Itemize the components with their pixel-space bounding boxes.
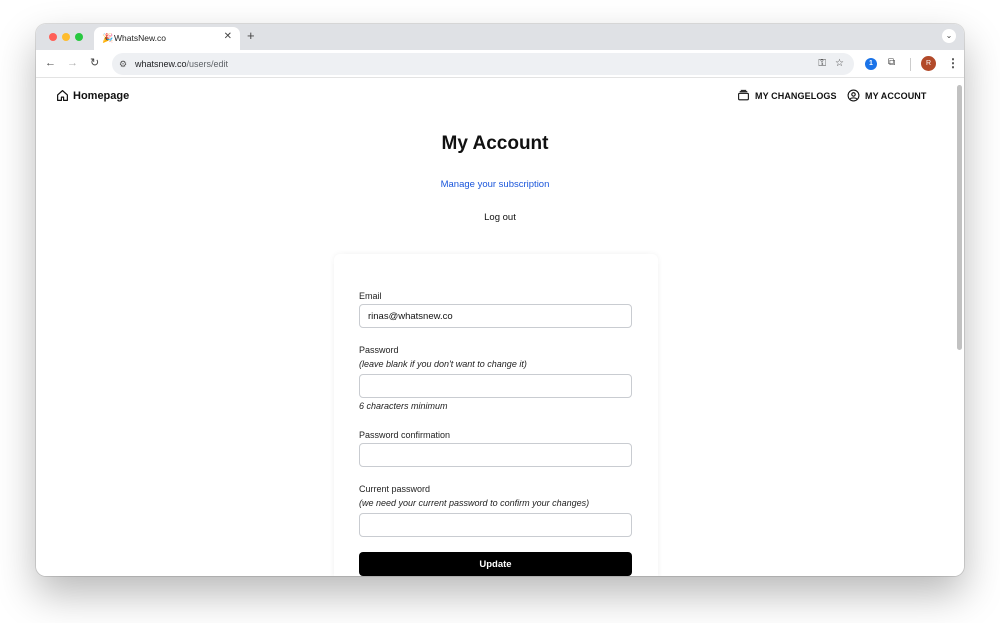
page-title: My Account xyxy=(441,133,549,154)
zoom-window-button[interactable] xyxy=(75,33,83,41)
address-bar[interactable]: ⚙ whatsnew.co/users/edit ⚿ ☆ xyxy=(112,53,854,75)
account-form: Email Password (leave blank if you don't… xyxy=(334,254,658,576)
email-label: Email xyxy=(359,291,382,301)
user-circle-icon xyxy=(847,89,860,102)
extensions-puzzle-icon[interactable]: ⧉ xyxy=(888,56,895,70)
browser-window: 🎉 WhatsNew.co ✕ + ⌄ ← → ↻ ⚙ whatsnew.co/… xyxy=(36,24,964,576)
stack-icon xyxy=(738,89,749,101)
minimize-window-button[interactable] xyxy=(62,33,70,41)
tab-title: WhatsNew.co xyxy=(114,33,166,43)
password-key-icon[interactable]: ⚿ xyxy=(818,57,826,71)
email-field[interactable] xyxy=(359,304,632,328)
password-manager-extension-icon[interactable]: 1 xyxy=(865,58,877,70)
log-out-link[interactable]: Log out xyxy=(36,212,964,223)
my-changelogs-label: MY CHANGELOGS xyxy=(755,90,837,101)
my-changelogs-link[interactable]: MY CHANGELOGS xyxy=(737,89,837,102)
homepage-link[interactable]: Homepage xyxy=(56,89,129,102)
url-domain: whatsnew.co xyxy=(135,59,187,69)
bookmark-star-icon[interactable]: ☆ xyxy=(835,57,844,71)
back-arrow-icon[interactable]: ← xyxy=(45,56,56,70)
current-password-label: Current password xyxy=(359,484,431,494)
browser-toolbar: ← → ↻ ⚙ whatsnew.co/users/edit ⚿ ☆ 1 ⧉ R… xyxy=(36,50,964,78)
url-text: whatsnew.co/users/edit xyxy=(135,58,228,70)
close-tab-icon[interactable]: ✕ xyxy=(224,31,232,43)
current-password-hint: (we need your current password to confir… xyxy=(359,498,590,508)
my-account-label: MY ACCOUNT xyxy=(865,90,927,101)
password-label: Password xyxy=(359,345,399,355)
tab-search-chevron-icon[interactable]: ⌄ xyxy=(942,29,956,43)
party-favicon-icon: 🎉 xyxy=(102,33,114,43)
password-field[interactable] xyxy=(359,374,632,398)
tab-bar: 🎉 WhatsNew.co ✕ + ⌄ xyxy=(36,24,964,50)
reload-icon[interactable]: ↻ xyxy=(90,56,99,70)
site-header: Homepage MY CHANGELOGS MY ACCOUNT xyxy=(36,79,954,115)
url-path: /users/edit xyxy=(186,59,229,69)
page-scrollbar[interactable] xyxy=(957,85,962,350)
close-window-button[interactable] xyxy=(49,33,57,41)
browser-menu-icon[interactable]: ⋮ xyxy=(947,55,959,71)
house-icon xyxy=(57,90,68,101)
profile-avatar[interactable]: R xyxy=(921,56,936,71)
password-confirmation-field[interactable] xyxy=(359,443,632,467)
new-tab-icon[interactable]: + xyxy=(247,28,255,44)
password-confirmation-label: Password confirmation xyxy=(359,430,451,440)
toolbar-divider xyxy=(910,58,911,71)
manage-subscription-link[interactable]: Manage your subscription xyxy=(36,179,954,190)
page-viewport: Homepage MY CHANGELOGS MY ACCOUNT My Acc… xyxy=(36,79,964,576)
current-password-field[interactable] xyxy=(359,513,632,537)
my-account-link[interactable]: MY ACCOUNT xyxy=(847,89,927,102)
password-hint: (leave blank if you don't want to change… xyxy=(359,359,527,369)
tab-whatsnew[interactable]: 🎉 WhatsNew.co ✕ xyxy=(94,27,240,50)
homepage-label: Homepage xyxy=(73,89,130,102)
site-settings-icon[interactable]: ⚙ xyxy=(119,57,127,71)
password-minimum-hint: 6 characters minimum xyxy=(359,401,448,411)
update-button[interactable]: Update xyxy=(359,552,632,576)
forward-arrow-icon[interactable]: → xyxy=(67,56,78,70)
